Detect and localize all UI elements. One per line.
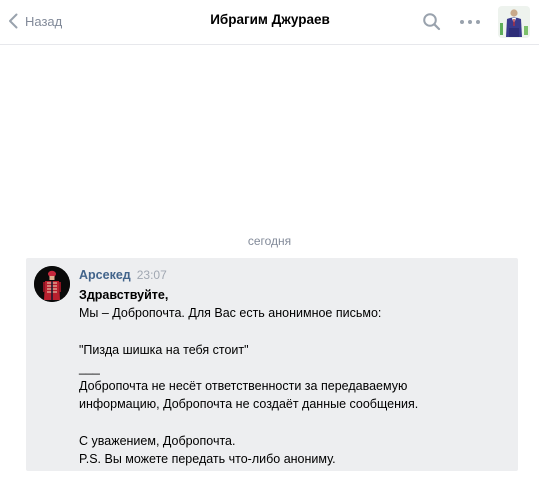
message-header: Арсекед 23:07 bbox=[79, 268, 167, 283]
message-time[interactable]: 23:07 bbox=[137, 268, 167, 282]
message-line: С уважением, Добропочта. bbox=[79, 433, 236, 448]
sender-avatar[interactable] bbox=[34, 266, 70, 302]
message-line bbox=[79, 322, 509, 340]
message-line: Добропочта не несёт ответственности за п… bbox=[79, 378, 408, 393]
dialog-window: Назад Ибрагим Джураев сегодня Арсекед 23… bbox=[0, 0, 539, 486]
more-button[interactable] bbox=[458, 12, 482, 32]
back-label: Назад bbox=[25, 13, 63, 29]
chat-title[interactable]: Ибрагим Джураев bbox=[170, 12, 370, 27]
message-line: P.S. Вы можете передать что-либо анониму… bbox=[79, 451, 336, 466]
message-author[interactable]: Арсекед bbox=[79, 268, 131, 282]
search-icon bbox=[422, 13, 442, 36]
contact-avatar[interactable] bbox=[498, 6, 530, 38]
message-line: информацию, Добропочта не создаёт данные… bbox=[79, 397, 419, 412]
message-line: Здравствуйте, bbox=[79, 288, 169, 302]
chat-header: Назад Ибрагим Джураев bbox=[0, 0, 539, 45]
message-line: ___ bbox=[79, 360, 100, 375]
message-line: "Пизда шишка на тебя стоит" bbox=[79, 342, 249, 357]
message-line: Мы – Добропочта. Для Вас есть анонимное … bbox=[79, 306, 382, 321]
search-button[interactable] bbox=[422, 12, 442, 32]
person-in-suit-icon bbox=[498, 6, 530, 38]
date-divider: сегодня bbox=[247, 234, 292, 248]
back-button[interactable]: Назад bbox=[8, 11, 62, 31]
more-dots-icon bbox=[458, 19, 482, 36]
chevron-left-icon bbox=[8, 13, 18, 29]
hussar-figure-icon bbox=[34, 266, 70, 302]
message-text: Здравствуйте, Мы – Добропочта. Для Вас е… bbox=[79, 286, 509, 468]
message-item[interactable]: Арсекед 23:07 Здравствуйте, Мы – Добропо… bbox=[26, 258, 518, 471]
message-line bbox=[79, 413, 509, 431]
